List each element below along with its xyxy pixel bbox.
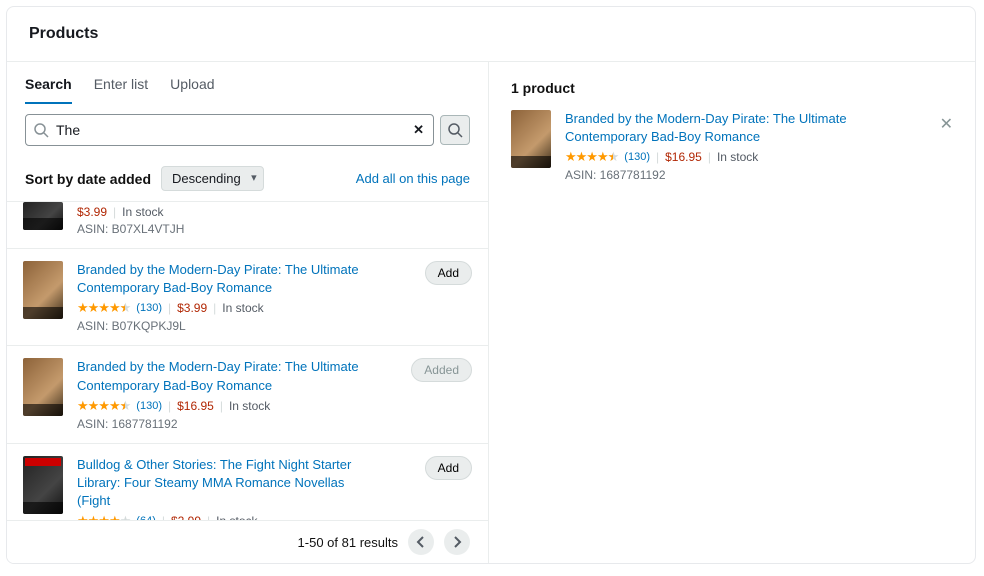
search-box: ✕ — [25, 114, 434, 146]
stock-status: In stock — [216, 514, 257, 520]
product-thumbnail — [23, 358, 63, 416]
rating-stars: ★★★★★ — [77, 398, 130, 414]
review-count: (130) — [136, 302, 162, 314]
product-asin: ASIN: B07XL4VTJH — [77, 222, 472, 236]
tabs: Search Enter list Upload — [7, 62, 488, 104]
add-all-link[interactable]: Add all on this page — [356, 171, 470, 186]
product-title[interactable]: Branded by the Modern-Day Pirate: The Ul… — [565, 110, 865, 146]
product-thumbnail — [23, 202, 63, 230]
rating-stars: ★★★★★ — [565, 149, 618, 165]
search-button[interactable] — [440, 115, 470, 145]
pager: 1-50 of 81 results — [7, 520, 488, 563]
left-column: Search Enter list Upload ✕ Sort — [7, 62, 489, 563]
product-title[interactable]: Branded by the Modern-Day Pirate: The Ul… — [77, 358, 377, 394]
rating-stars: ★★★★★ — [77, 513, 130, 520]
result-row: Branded by the Modern-Day Pirate: The Ul… — [7, 346, 488, 443]
product-title[interactable]: Branded by the Modern-Day Pirate: The Ul… — [77, 261, 377, 297]
sort-direction-select[interactable]: Descending — [161, 166, 264, 191]
add-button[interactable]: Add — [425, 261, 472, 285]
tab-upload[interactable]: Upload — [170, 76, 214, 104]
product-asin: ASIN: 1687781192 — [77, 417, 397, 431]
page-title: Products — [7, 7, 975, 61]
stock-status: In stock — [229, 399, 270, 413]
selected-item: Branded by the Modern-Day Pirate: The Ul… — [511, 110, 953, 182]
stock-status: In stock — [717, 150, 758, 164]
selected-count: 1 product — [511, 80, 953, 96]
review-count: (130) — [624, 151, 650, 163]
tab-enter-list[interactable]: Enter list — [94, 76, 148, 104]
remove-selected-icon[interactable]: ✕ — [940, 114, 953, 134]
product-price: $3.99 — [77, 205, 107, 219]
clear-search-icon[interactable]: ✕ — [413, 122, 424, 138]
added-button: Added — [411, 358, 472, 382]
product-asin: ASIN: B07KQPKJ9L — [77, 319, 411, 333]
product-price: $16.95 — [665, 150, 702, 164]
search-icon — [33, 122, 49, 141]
results-list[interactable]: $3.99 | In stock ASIN: B07XL4VTJH Brande… — [7, 202, 488, 520]
product-price: $3.99 — [177, 301, 207, 315]
result-row: Bulldog & Other Stories: The Fight Night… — [7, 444, 488, 520]
pager-next-button[interactable] — [444, 529, 470, 555]
review-count: (64) — [136, 515, 156, 520]
stock-status: In stock — [222, 301, 263, 315]
search-input[interactable] — [25, 114, 434, 146]
product-thumbnail — [23, 456, 63, 514]
result-row: Branded by the Modern-Day Pirate: The Ul… — [7, 249, 488, 346]
product-thumbnail — [23, 261, 63, 319]
product-price: $2.99 — [171, 514, 201, 520]
product-thumbnail — [511, 110, 551, 168]
product-title[interactable]: Bulldog & Other Stories: The Fight Night… — [77, 456, 377, 511]
pager-text: 1-50 of 81 results — [298, 535, 398, 550]
product-price: $16.95 — [177, 399, 214, 413]
add-button[interactable]: Add — [425, 456, 472, 480]
review-count: (130) — [136, 400, 162, 412]
rating-stars: ★★★★★ — [77, 300, 130, 316]
sort-row: Sort by date added Descending Add all on… — [7, 158, 488, 202]
products-panel: Products Search Enter list Upload ✕ — [6, 6, 976, 564]
product-asin: ASIN: 1687781192 — [565, 168, 953, 182]
result-row: $3.99 | In stock ASIN: B07XL4VTJH — [7, 202, 488, 249]
tab-search[interactable]: Search — [25, 76, 72, 104]
stock-status: In stock — [122, 205, 163, 219]
search-row: ✕ — [7, 104, 488, 158]
sort-label: Sort by date added — [25, 171, 151, 187]
pager-prev-button[interactable] — [408, 529, 434, 555]
right-column: 1 product Branded by the Modern-Day Pira… — [489, 62, 975, 563]
